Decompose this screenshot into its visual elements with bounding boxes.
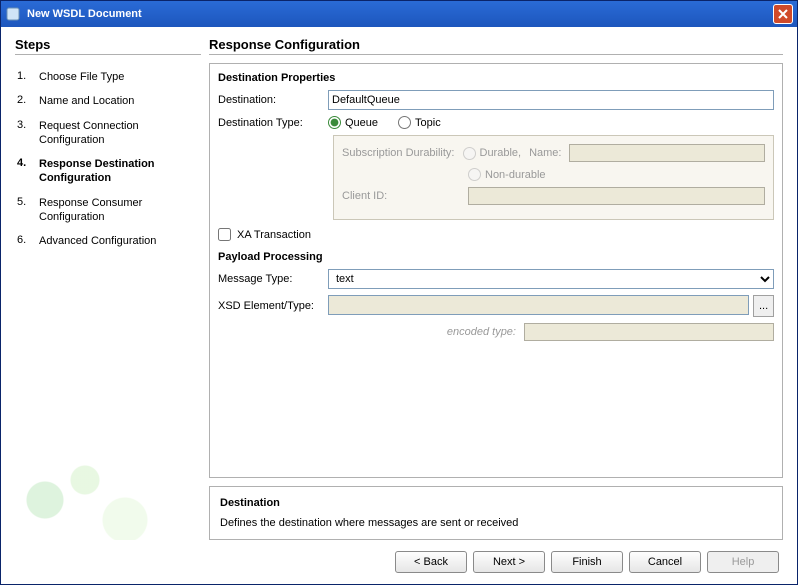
encoded-type-input	[524, 323, 774, 341]
destprops-title: Destination Properties	[218, 72, 774, 84]
sidebar-decoration	[15, 440, 201, 540]
cancel-button[interactable]: Cancel	[629, 551, 701, 573]
xsd-browse-button[interactable]: ...	[753, 295, 774, 317]
app-icon	[5, 6, 21, 22]
xa-transaction-label: XA Transaction	[237, 229, 311, 241]
destination-input[interactable]	[328, 90, 774, 110]
description-text: Defines the destination where messages a…	[220, 517, 772, 529]
durable-radio: Durable,	[463, 147, 522, 160]
destination-type-label: Destination Type:	[218, 117, 328, 129]
clientid-input	[468, 187, 765, 205]
steps-list: 1.Choose File Type 2.Name and Location 3…	[15, 65, 201, 254]
durability-box: Subscription Durability: Durable, Name: …	[333, 135, 774, 220]
step-3: 3.Request Connection Configuration	[15, 114, 201, 153]
step-label: Choose File Type	[39, 70, 199, 84]
steps-sidebar: Steps 1.Choose File Type 2.Name and Loca…	[15, 37, 201, 540]
durable-label: Durable,	[480, 147, 522, 159]
steps-heading: Steps	[15, 37, 201, 55]
step-1: 1.Choose File Type	[15, 65, 201, 89]
xsd-input	[328, 295, 749, 315]
message-type-label: Message Type:	[218, 273, 328, 285]
close-icon	[778, 9, 788, 19]
button-bar: < Back Next > Finish Cancel Help	[15, 540, 783, 584]
queue-radio[interactable]: Queue	[328, 116, 378, 129]
xa-transaction-checkbox[interactable]	[218, 228, 231, 241]
next-button[interactable]: Next >	[473, 551, 545, 573]
clientid-label: Client ID:	[342, 190, 392, 202]
description-box: Destination Defines the destination wher…	[209, 486, 783, 540]
step-label: Response Destination Configuration	[39, 157, 199, 186]
name-label: Name:	[529, 147, 561, 159]
topic-radio-label: Topic	[415, 117, 441, 129]
step-label: Advanced Configuration	[39, 234, 199, 248]
payload-title: Payload Processing	[218, 251, 774, 263]
subscription-durability-label: Subscription Durability:	[342, 147, 455, 159]
ellipsis-icon: ...	[759, 300, 768, 312]
finish-button[interactable]: Finish	[551, 551, 623, 573]
wizard-window: New WSDL Document Steps 1.Choose File Ty…	[0, 0, 798, 585]
destination-properties-group: Destination Properties Destination: Dest…	[218, 72, 774, 241]
step-2: 2.Name and Location	[15, 89, 201, 113]
step-6: 6.Advanced Configuration	[15, 229, 201, 253]
titlebar: New WSDL Document	[1, 1, 797, 27]
content-area: Destination Properties Destination: Dest…	[209, 63, 783, 478]
back-button[interactable]: < Back	[395, 551, 467, 573]
step-label: Request Connection Configuration	[39, 119, 199, 148]
xsd-label: XSD Element/Type:	[218, 300, 328, 312]
topic-radio[interactable]: Topic	[398, 116, 441, 129]
payload-processing-group: Payload Processing Message Type: text XS…	[218, 251, 774, 341]
step-label: Response Consumer Configuration	[39, 196, 199, 225]
step-label: Name and Location	[39, 94, 199, 108]
close-button[interactable]	[773, 4, 793, 24]
step-4: 4.Response Destination Configuration	[15, 152, 201, 191]
durable-name-input	[569, 144, 765, 162]
description-title: Destination	[220, 497, 772, 509]
encoded-type-label: encoded type:	[447, 326, 516, 338]
nondurable-label: Non-durable	[485, 169, 546, 181]
main-panel: Response Configuration Destination Prope…	[209, 37, 783, 540]
window-title: New WSDL Document	[27, 8, 773, 20]
queue-radio-label: Queue	[345, 117, 378, 129]
step-5: 5.Response Consumer Configuration	[15, 191, 201, 230]
nondurable-radio: Non-durable	[468, 168, 546, 181]
message-type-select[interactable]: text	[328, 269, 774, 289]
destination-label: Destination:	[218, 94, 328, 106]
main-heading: Response Configuration	[209, 37, 783, 55]
help-button: Help	[707, 551, 779, 573]
